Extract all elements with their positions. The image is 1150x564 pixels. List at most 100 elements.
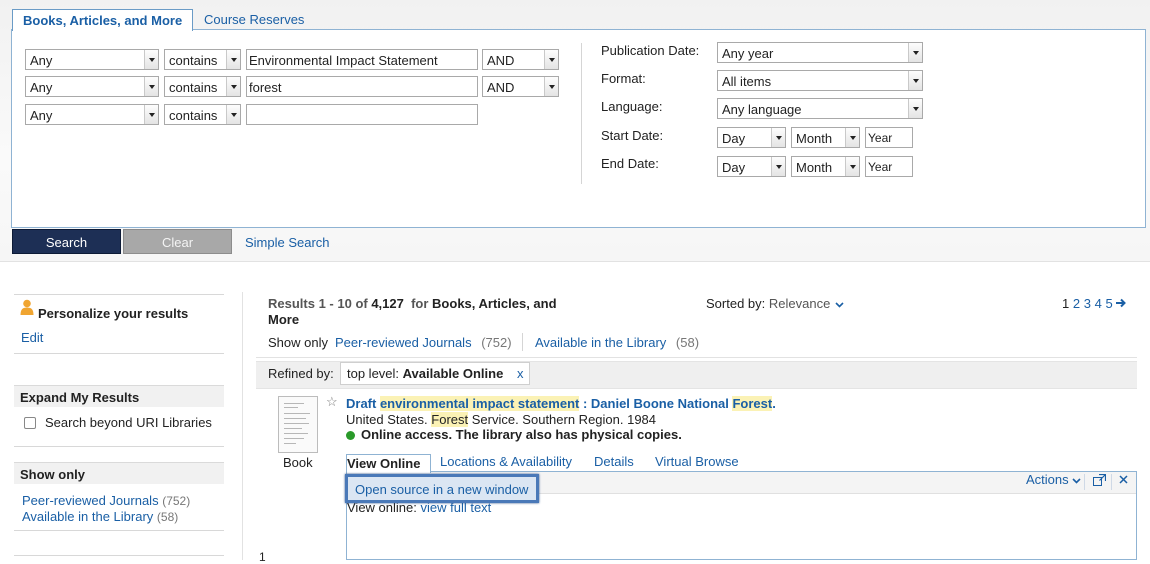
sort-control[interactable]: Sorted by: Relevance — [706, 296, 844, 311]
format-value: All items — [722, 74, 772, 89]
search-term-input-2[interactable]: forest — [246, 76, 478, 97]
field-select-value: Any — [30, 108, 53, 123]
sidebar-separator — [14, 294, 224, 295]
pagination: 1 2 3 4 5 — [1062, 296, 1127, 311]
start-day-select[interactable]: Day — [717, 127, 786, 148]
clear-button[interactable]: Clear — [123, 229, 232, 254]
availability-status-icon — [346, 431, 355, 440]
page-2[interactable]: 2 — [1073, 296, 1080, 311]
thumbnail-line — [284, 443, 296, 444]
results-total: 4,127 — [371, 296, 404, 311]
close-icon[interactable] — [1119, 475, 1128, 484]
remove-refinement-icon[interactable]: x — [517, 366, 524, 381]
dropdown-arrow-icon — [908, 43, 922, 62]
sidebar-item-count: (752) — [162, 494, 191, 508]
search-beyond-label[interactable]: Search beyond URI Libraries — [45, 415, 212, 430]
page-5[interactable]: 5 — [1105, 296, 1112, 311]
operator-select-1[interactable]: contains — [164, 49, 241, 70]
field-select-2[interactable]: Any — [25, 76, 159, 97]
book-thumbnail[interactable] — [278, 396, 318, 453]
panel-divider — [581, 43, 582, 184]
dropdown-arrow-icon — [226, 77, 240, 96]
thumbnail-line — [284, 407, 298, 408]
search-term-input-1[interactable]: Environmental Impact Statement — [246, 49, 478, 70]
results-scope-line2: More — [268, 312, 300, 327]
dropdown-arrow-icon — [771, 128, 785, 147]
tab-view-online[interactable]: View Online — [346, 454, 431, 473]
toolbar-separator — [1111, 474, 1112, 490]
boolean-select-1[interactable]: AND — [482, 49, 559, 70]
title-part: . — [772, 396, 776, 411]
open-new-window-icon[interactable] — [1093, 474, 1106, 486]
search-term-input-3[interactable] — [246, 104, 478, 125]
field-select-3[interactable]: Any — [25, 104, 159, 125]
title-highlight: Forest — [732, 396, 773, 411]
dropdown-arrow-icon — [845, 157, 859, 176]
thumbnail-line — [284, 438, 304, 439]
dropdown-arrow-icon — [144, 50, 158, 69]
search-beyond-checkbox[interactable] — [24, 417, 36, 429]
dropdown-arrow-icon — [908, 99, 922, 118]
field-select-1[interactable]: Any — [25, 49, 159, 70]
sorted-by-value[interactable]: Relevance — [769, 296, 830, 311]
language-select[interactable]: Any language — [717, 98, 923, 119]
page-4[interactable]: 4 — [1095, 296, 1102, 311]
tab-books-articles[interactable]: Books, Articles, and More — [12, 9, 194, 31]
dropdown-arrow-icon — [544, 77, 558, 96]
publication-date-value: Any year — [722, 46, 774, 61]
dropdown-arrow-icon — [144, 77, 158, 96]
refinement-chip: top level: Available Online x — [340, 362, 531, 385]
facet-available-library[interactable]: Available in the Library (58) — [535, 335, 699, 350]
sidebar-item-label[interactable]: Available in the Library — [22, 509, 153, 524]
thumbnail-line — [284, 433, 308, 434]
format-label: Format: — [601, 71, 646, 86]
start-day-value: Day — [722, 131, 746, 146]
operator-select-2[interactable]: contains — [164, 76, 241, 97]
facet-label[interactable]: Available in the Library — [535, 335, 666, 350]
format-select[interactable]: All items — [717, 70, 923, 91]
actions-menu[interactable]: Actions — [1026, 472, 1081, 487]
publication-date-select[interactable]: Any year — [717, 42, 923, 63]
search-button[interactable]: Search — [12, 229, 121, 254]
thumbnail-line — [284, 403, 304, 404]
sidebar-item-label[interactable]: Peer-reviewed Journals — [22, 493, 159, 508]
tab-locations-availability[interactable]: Locations & Availability — [440, 454, 572, 472]
sidebar-separator — [14, 530, 224, 531]
next-arrow-icon[interactable] — [1116, 298, 1127, 308]
tab-virtual-browse[interactable]: Virtual Browse — [655, 454, 739, 472]
toolbar-separator — [1084, 474, 1085, 490]
facet-label[interactable]: Peer-reviewed Journals — [335, 335, 472, 350]
actions-label[interactable]: Actions — [1026, 472, 1069, 487]
operator-select-3[interactable]: contains — [164, 104, 241, 125]
chevron-down-icon — [1072, 478, 1081, 484]
dropdown-arrow-icon — [226, 50, 240, 69]
simple-search-link[interactable]: Simple Search — [245, 235, 330, 250]
publication-date-label: Publication Date: — [601, 43, 700, 58]
end-day-select[interactable]: Day — [717, 156, 786, 177]
start-month-select[interactable]: Month — [791, 127, 860, 148]
end-month-select[interactable]: Month — [791, 156, 860, 177]
start-year-input[interactable]: Year — [865, 127, 913, 148]
record-title-link[interactable]: Draft environmental impact statement : D… — [346, 396, 776, 411]
facet-count: (752) — [481, 335, 512, 350]
personalize-edit-link[interactable]: Edit — [21, 330, 43, 345]
sidebar-item-available-library[interactable]: Available in the Library (58) — [22, 509, 178, 524]
tab-course-reserves[interactable]: Course Reserves — [194, 9, 314, 30]
page-1[interactable]: 1 — [1062, 296, 1069, 311]
end-year-input[interactable]: Year — [865, 156, 913, 177]
open-source-new-window-link[interactable]: Open source in a new window — [345, 474, 540, 503]
sidebar-item-peer-reviewed[interactable]: Peer-reviewed Journals (752) — [22, 493, 190, 508]
tab-details[interactable]: Details — [594, 454, 634, 472]
operator-select-value: contains — [169, 108, 218, 123]
dropdown-arrow-icon — [771, 157, 785, 176]
start-month-value: Month — [796, 131, 833, 146]
results-prefix: Results — [268, 296, 319, 311]
boolean-select-value: AND — [487, 80, 515, 95]
boolean-select-2[interactable]: AND — [482, 76, 559, 97]
show-only-heading: Show only — [14, 462, 224, 484]
star-icon[interactable]: ☆ — [326, 394, 338, 410]
page-3[interactable]: 3 — [1084, 296, 1091, 311]
thumbnail-line — [284, 423, 309, 424]
facet-peer-reviewed[interactable]: Peer-reviewed Journals (752) — [335, 335, 512, 350]
results-for: for — [403, 296, 433, 311]
